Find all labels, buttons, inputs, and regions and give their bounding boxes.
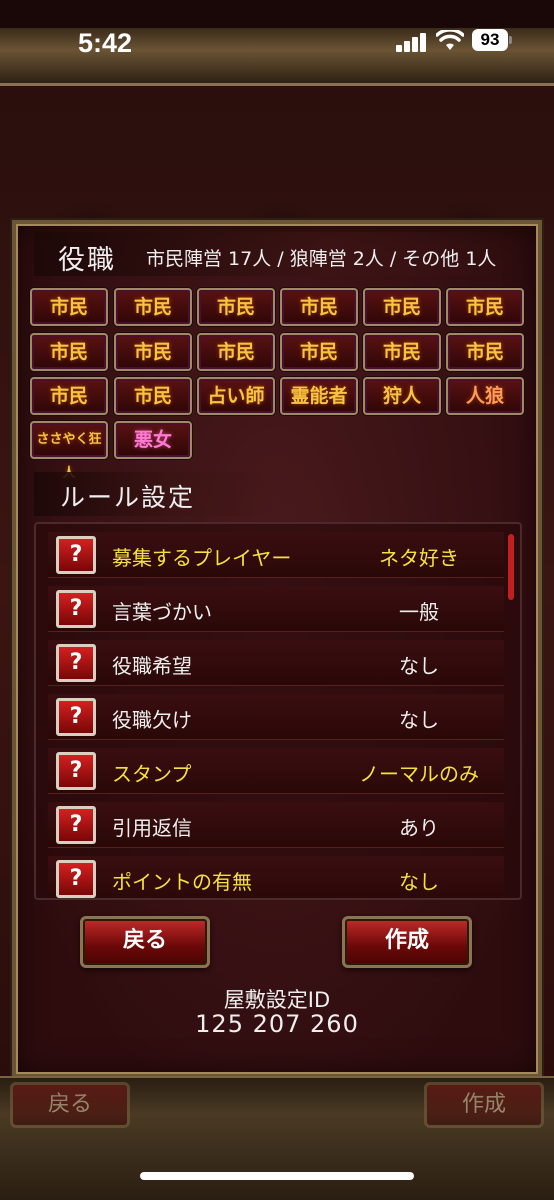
rule-row-role-missing[interactable]: ? 役職欠け なし bbox=[48, 694, 504, 740]
role-chip-seer[interactable]: 占い師 bbox=[197, 377, 275, 415]
signal-icon bbox=[396, 33, 426, 52]
rule-name: 言葉づかい bbox=[112, 600, 212, 624]
role-chip[interactable]: 市民 bbox=[363, 288, 441, 326]
help-icon[interactable]: ? bbox=[56, 644, 96, 682]
status-time: 5:42 bbox=[78, 28, 133, 58]
rule-name: ポイントの有無 bbox=[112, 870, 252, 894]
role-chip[interactable]: 市民 bbox=[114, 288, 192, 326]
role-chip[interactable]: 市民 bbox=[280, 333, 358, 371]
rule-name: 役職欠け bbox=[112, 708, 192, 732]
bottom-back-button[interactable]: 戻る bbox=[10, 1082, 130, 1128]
rule-value: 一般 bbox=[399, 600, 439, 624]
rule-value: あり bbox=[399, 816, 439, 840]
rules-list[interactable]: ? 募集するプレイヤー ネタ好き ? 言葉づかい 一般 ? 役職希望 なし ? … bbox=[34, 522, 522, 900]
role-chip[interactable]: 市民 bbox=[197, 288, 275, 326]
rule-value: なし bbox=[399, 654, 439, 678]
rule-name: 役職希望 bbox=[112, 654, 192, 678]
status-bar: 5:42 93 bbox=[0, 0, 554, 76]
role-chip-whispering-madman[interactable]: ささやく狂人 bbox=[30, 421, 108, 481]
battery-icon: 93 bbox=[472, 29, 512, 51]
role-chip[interactable]: 市民 bbox=[280, 288, 358, 326]
role-chip[interactable]: 市民 bbox=[446, 288, 524, 326]
rule-name: 募集するプレイヤー bbox=[112, 546, 292, 570]
rule-value: なし bbox=[399, 708, 439, 732]
create-button[interactable]: 作成 bbox=[342, 916, 472, 968]
help-icon[interactable]: ? bbox=[56, 590, 96, 628]
rule-row-stamp[interactable]: ? スタンプ ノーマルのみ bbox=[48, 748, 504, 794]
back-button[interactable]: 戻る bbox=[80, 916, 210, 968]
rules-heading: ルール設定 bbox=[60, 483, 196, 512]
role-chip[interactable]: 市民 bbox=[30, 288, 108, 326]
role-chip[interactable]: 市民 bbox=[114, 333, 192, 371]
rule-value: ネタ好き bbox=[379, 546, 459, 570]
bottom-create-button[interactable]: 作成 bbox=[424, 1082, 544, 1128]
rules-scrollbar[interactable] bbox=[508, 534, 514, 600]
rule-row-recruit[interactable]: ? 募集するプレイヤー ネタ好き bbox=[48, 532, 504, 578]
rule-value: なし bbox=[399, 870, 439, 894]
role-chip[interactable]: 市民 bbox=[363, 333, 441, 371]
role-chip[interactable]: 市民 bbox=[30, 333, 108, 371]
help-icon[interactable]: ? bbox=[56, 860, 96, 898]
role-chip-villainess[interactable]: 悪女 bbox=[114, 421, 192, 459]
role-chip[interactable]: 市民 bbox=[114, 377, 192, 415]
rule-row-points[interactable]: ? ポイントの有無 なし bbox=[48, 856, 504, 898]
rule-row-language[interactable]: ? 言葉づかい 一般 bbox=[48, 586, 504, 632]
help-icon[interactable]: ? bbox=[56, 536, 96, 574]
roles-heading: 役職 bbox=[58, 245, 116, 276]
help-icon[interactable]: ? bbox=[56, 752, 96, 790]
rule-value: ノーマルのみ bbox=[359, 762, 479, 786]
rule-name: スタンプ bbox=[112, 762, 192, 786]
role-chip[interactable]: 市民 bbox=[197, 333, 275, 371]
roles-summary: 市民陣営 17人 / 狼陣営 2人 / その他 1人 bbox=[146, 248, 497, 270]
settings-id-value: 125 207 260 bbox=[195, 1010, 359, 1038]
role-chip-hunter[interactable]: 狩人 bbox=[363, 377, 441, 415]
home-indicator[interactable] bbox=[140, 1172, 414, 1180]
help-icon[interactable]: ? bbox=[56, 806, 96, 844]
rule-name: 引用返信 bbox=[112, 816, 192, 840]
help-icon[interactable]: ? bbox=[56, 698, 96, 736]
role-chip[interactable]: 市民 bbox=[446, 333, 524, 371]
rule-row-quote-reply[interactable]: ? 引用返信 あり bbox=[48, 802, 504, 848]
role-chip[interactable]: 市民 bbox=[30, 377, 108, 415]
role-chip-werewolf[interactable]: 人狼 bbox=[446, 377, 524, 415]
rule-row-role-request[interactable]: ? 役職希望 なし bbox=[48, 640, 504, 686]
wifi-icon bbox=[436, 30, 464, 50]
role-chip-medium[interactable]: 霊能者 bbox=[280, 377, 358, 415]
